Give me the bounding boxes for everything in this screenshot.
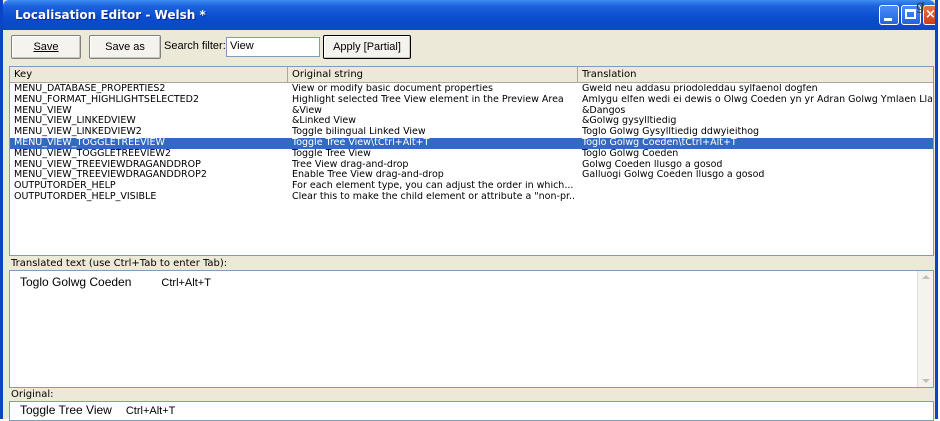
row-key-cell: MENU_VIEW	[14, 105, 72, 116]
scroll-up-arrow-icon[interactable]	[922, 275, 930, 279]
grid-rows: MENU_DATABASE_PROPERTIES2 View or modify …	[10, 84, 933, 203]
window-title: Localisation Editor - Welsh *	[15, 8, 206, 22]
column-header-key[interactable]: Key	[10, 67, 288, 83]
table-row[interactable]: MENU_DATABASE_PROPERTIES2 View or modify …	[10, 84, 933, 95]
row-key-cell: MENU_DATABASE_PROPERTIES2	[14, 84, 166, 94]
row-translation-cell: Toglo Golwg Gysylltiedig ddwyieithog	[582, 127, 760, 138]
original-text-viewer[interactable]: Toggle Tree View Ctrl+Alt+T	[9, 401, 934, 421]
row-translation-cell: Toglo Golwg Coeden\tCtrl+Alt+T	[582, 137, 737, 148]
table-row[interactable]: MENU_VIEW_TREEVIEWDRAGANDDROP2 Enable Tre…	[10, 170, 933, 181]
save-button-label: Save	[33, 41, 59, 53]
row-key-cell: OUTPUTORDER_HELP	[14, 181, 116, 192]
row-original-cell: &Linked View	[292, 116, 356, 127]
translated-text-shortcut: Ctrl+Alt+T	[161, 277, 211, 289]
title-bar[interactable]: Localisation Editor - Welsh * ×	[3, 0, 936, 30]
table-row[interactable]: MENU_FORMAT_HIGHLIGHTSELECTED2 Highlight …	[10, 95, 933, 106]
apply-filter-button[interactable]: Apply [Partial]	[323, 35, 411, 59]
original-text-shortcut: Ctrl+Alt+T	[125, 405, 176, 417]
row-key-cell: OUTPUTORDER_HELP_VISIBLE	[14, 191, 157, 202]
original-text-value: Toggle Tree View	[20, 403, 112, 417]
search-filter-input[interactable]: View	[226, 37, 320, 57]
row-original-cell: &View	[292, 105, 322, 116]
row-translation-cell: Gweld neu addasu priodoleddau sylfaenol …	[582, 84, 818, 94]
maximize-icon	[905, 9, 916, 19]
row-key-cell: MENU_VIEW_TREEVIEWDRAGANDDROP2	[14, 170, 207, 181]
row-original-cell: For each element type, you can adjust th…	[292, 181, 574, 192]
row-translation-cell: Galluogi Golwg Coeden llusgo a gosod	[582, 170, 765, 181]
translated-text-content: Toglo Golwg Coeden Ctrl+Alt+T	[20, 275, 211, 289]
row-original-cell: Enable Tree View drag-and-drop	[292, 170, 444, 181]
row-key-cell: MENU_VIEW_TREEVIEWDRAGANDDROP	[14, 159, 201, 170]
row-original-cell: Toggle bilingual Linked View	[292, 127, 426, 138]
row-original-cell: Tree View drag-and-drop	[292, 159, 409, 170]
save-button[interactable]: Save	[11, 35, 81, 59]
strings-grid[interactable]: Key Original string Translation MENU_DAT…	[9, 66, 934, 256]
table-row[interactable]: MENU_VIEW_TREEVIEWDRAGANDDROP Tree View d…	[10, 160, 933, 171]
scroll-down-arrow-icon[interactable]	[922, 379, 930, 383]
table-row[interactable]: OUTPUTORDER_HELP_VISIBLE Clear this to ma…	[10, 192, 933, 203]
table-row[interactable]: OUTPUTORDER_HELP For each element type, y…	[10, 181, 933, 192]
row-key-cell: MENU_VIEW_TOGGLETREEVIEW2	[14, 148, 171, 159]
minimize-button[interactable]	[879, 5, 899, 25]
table-row[interactable]: MENU_VIEW_TOGGLETREEVIEW2 Toggle Tree Vie…	[10, 149, 933, 160]
search-filter-label: Search filter:	[164, 40, 226, 52]
toolbar: Save Save as Search filter: View Apply […	[3, 32, 935, 62]
apply-filter-button-label: Apply [Partial]	[333, 41, 401, 53]
column-header-original[interactable]: Original string	[288, 67, 578, 83]
row-translation-cell: Golwg Coeden llusgo a gosod	[582, 159, 723, 170]
row-key-cell: MENU_VIEW_LINKEDVIEW	[14, 116, 136, 127]
row-key-cell: MENU_VIEW_LINKEDVIEW2	[14, 127, 142, 138]
original-text-content: Toggle Tree View Ctrl+Alt+T	[20, 403, 175, 417]
save-as-button[interactable]: Save as	[89, 35, 161, 59]
table-row[interactable]: MENU_VIEW_TOGGLETREEVIEW Toggle Tree View…	[10, 137, 933, 149]
translated-text-label: Translated text (use Ctrl+Tab to enter T…	[11, 258, 228, 269]
localisation-editor-window: Localisation Editor - Welsh * × Save Sav…	[0, 0, 938, 421]
row-translation-cell: &Dangos	[582, 105, 626, 116]
row-key-cell: MENU_FORMAT_HIGHLIGHTSELECTED2	[14, 94, 200, 105]
row-original-cell: Toggle Tree View\tCtrl+Alt+T	[292, 137, 430, 148]
translated-text-value: Toglo Golwg Coeden	[20, 275, 132, 289]
minimize-icon	[884, 18, 892, 21]
row-original-cell: Highlight selected Tree View element in …	[292, 94, 564, 105]
column-header-translation[interactable]: Translation	[578, 67, 933, 83]
save-as-button-label: Save as	[105, 41, 145, 53]
row-original-cell: View or modify basic document properties	[292, 84, 493, 94]
row-translation-cell: &Golwg gysylltiedig	[582, 116, 677, 127]
table-row[interactable]: MENU_VIEW_LINKEDVIEW2 Toggle bilingual Li…	[10, 127, 933, 138]
table-row[interactable]: MENU_VIEW_LINKEDVIEW &Linked View &Golwg g…	[10, 116, 933, 127]
row-translation-cell: Toglo Golwg Coeden	[582, 148, 679, 159]
row-translation-cell: Amlygu elfen wedi ei dewis o Olwg Coeden…	[582, 94, 932, 105]
translated-text-scrollbar[interactable]	[917, 271, 933, 387]
translated-text-editor[interactable]: Toglo Golwg Coeden Ctrl+Alt+T	[9, 270, 934, 388]
background-window-text-fragment: g	[916, 0, 925, 14]
row-original-cell: Toggle Tree View	[292, 148, 371, 159]
close-icon: ×	[925, 7, 936, 22]
table-row[interactable]: MENU_VIEW &View &Dangos	[10, 106, 933, 117]
row-original-cell: Clear this to make the child element or …	[292, 191, 576, 202]
original-text-label: Original:	[11, 389, 54, 400]
row-key-cell: MENU_VIEW_TOGGLETREEVIEW	[14, 137, 165, 148]
